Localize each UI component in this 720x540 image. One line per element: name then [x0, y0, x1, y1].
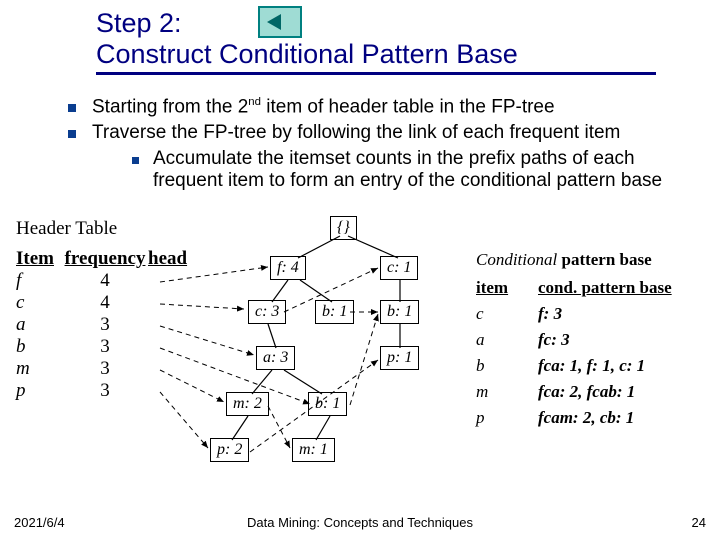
node-m2: m: 2	[226, 392, 269, 416]
bullet-1-text-b: item of header table in the FP-tree	[261, 96, 555, 117]
node-c3: c: 3	[248, 300, 286, 324]
title-line-2: Construct Conditional Pattern Base	[96, 39, 656, 70]
bullet-square-icon	[132, 157, 139, 164]
bullet-square-icon	[68, 130, 76, 138]
node-m1: m: 1	[292, 438, 335, 462]
node-p1: p: 1	[380, 346, 419, 370]
cpb-header: itemcond. pattern base	[476, 278, 708, 298]
header-table-label: Header Table	[16, 218, 117, 240]
bullet-1-sup: nd	[248, 96, 261, 108]
table-row: f4	[16, 270, 187, 292]
bullet-2-sub-text: Accumulate the itemset counts in the pre…	[153, 148, 678, 192]
title-underline	[96, 72, 656, 75]
cpb-row: afc: 3	[476, 330, 708, 350]
header-table: Item frequency head f4 c4 a3 b3 m3 p3	[16, 248, 187, 402]
node-a3: a: 3	[256, 346, 295, 370]
bullet-2-sub: Accumulate the itemset counts in the pre…	[132, 148, 678, 192]
node-p2: p: 2	[210, 438, 249, 462]
cpb-row: mfca: 2, fcab: 1	[476, 382, 708, 402]
fp-tree: {} f: 4 c: 1 c: 3 b: 1 b: 1 a: 3 p: 1 m:…	[210, 216, 470, 516]
title-line-1: Step 2:	[96, 8, 656, 39]
bullet-1: Starting from the 2nd item of header tab…	[68, 96, 678, 118]
header-table-header: Item frequency head	[16, 248, 187, 270]
node-root: {}	[330, 216, 357, 240]
footer-center: Data Mining: Concepts and Techniques	[0, 515, 720, 530]
bullet-list: Starting from the 2nd item of header tab…	[68, 96, 678, 196]
node-b1b: b: 1	[380, 300, 419, 324]
back-icon[interactable]	[258, 6, 302, 38]
bullet-square-icon	[68, 104, 76, 112]
slide-title: Step 2: Construct Conditional Pattern Ba…	[96, 8, 656, 75]
cpb-row: pfcam: 2, cb: 1	[476, 408, 708, 428]
bullet-2: Traverse the FP-tree by following the li…	[68, 122, 678, 192]
table-row: c4	[16, 292, 187, 314]
node-f4: f: 4	[270, 256, 306, 280]
cpb-title: Conditional pattern base	[476, 250, 708, 270]
col-freq: frequency	[62, 248, 148, 270]
table-row: p3	[16, 380, 187, 402]
node-c1: c: 1	[380, 256, 418, 280]
table-row: m3	[16, 358, 187, 380]
footer-page-number: 24	[692, 515, 706, 530]
cpb-row: cf: 3	[476, 304, 708, 324]
conditional-pattern-base: Conditional pattern base itemcond. patte…	[476, 250, 708, 434]
bullet-2-text: Traverse the FP-tree by following the li…	[92, 122, 678, 144]
table-row: a3	[16, 314, 187, 336]
node-b1a: b: 1	[315, 300, 354, 324]
col-head: head	[148, 248, 187, 270]
table-row: b3	[16, 336, 187, 358]
node-b1c: b: 1	[308, 392, 347, 416]
col-item: Item	[16, 248, 62, 270]
bullet-1-text-a: Starting from the 2	[92, 96, 248, 117]
cpb-row: bfca: 1, f: 1, c: 1	[476, 356, 708, 376]
